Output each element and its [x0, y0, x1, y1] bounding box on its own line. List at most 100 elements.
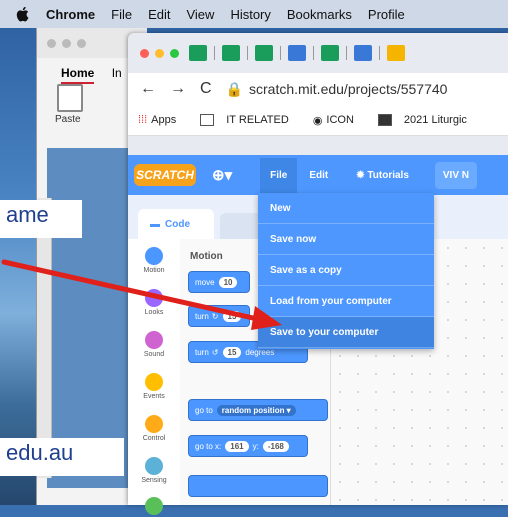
bookmark-apps[interactable]: ⁞⁞⁞ Apps — [138, 114, 188, 126]
block-label: go to — [195, 405, 213, 415]
bookmark-label: Apps — [151, 114, 177, 126]
tab-favicon-icon[interactable] — [288, 45, 306, 61]
category-events[interactable]: Events — [128, 373, 180, 400]
tab-favicon-icon[interactable] — [255, 45, 273, 61]
clipboard-icon[interactable] — [57, 84, 83, 112]
back-icon[interactable]: ← — [140, 80, 156, 98]
tab-favicon-icon[interactable] — [321, 45, 339, 61]
tab-favicon-icon[interactable] — [354, 45, 372, 61]
tab-separator — [280, 46, 281, 60]
goto-xy-block[interactable]: go to x: 161 y: -168 — [188, 435, 308, 457]
bookmark-it-related[interactable]: IT RELATED — [200, 114, 301, 126]
events-dot-icon — [145, 373, 163, 391]
word-tab-home[interactable]: Home — [61, 66, 95, 84]
category-looks[interactable]: Looks — [128, 289, 180, 316]
bookmark-label: IT RELATED — [226, 114, 289, 126]
chrome-tabstrip — [128, 33, 508, 73]
menu-item-new[interactable]: New — [258, 193, 434, 224]
menubar-edit[interactable]: Edit — [148, 7, 170, 22]
menubar-history[interactable]: History — [230, 7, 270, 22]
glide-block[interactable] — [188, 475, 328, 497]
tab-code[interactable]: ▬ Code — [138, 209, 214, 239]
scratch-logo[interactable]: SCRATCH — [134, 164, 196, 186]
language-globe-icon[interactable]: ⊕▾ — [212, 166, 232, 184]
zoom-dot-icon[interactable] — [77, 38, 86, 48]
category-operators[interactable] — [128, 497, 180, 517]
tab-favicon-icon[interactable] — [189, 45, 207, 61]
category-motion[interactable]: Motion — [128, 247, 180, 274]
motion-dot-icon — [145, 247, 163, 265]
bookmark-icon[interactable]: ◉ ICON — [313, 114, 366, 127]
tab-favicon-icon[interactable] — [222, 45, 240, 61]
palette-title: Motion — [190, 251, 223, 262]
block-input[interactable]: 10 — [218, 276, 238, 288]
block-input[interactable]: 15 — [222, 310, 242, 322]
reload-icon[interactable]: C — [200, 80, 212, 98]
tab-separator — [379, 46, 380, 60]
block-label: y: — [252, 441, 259, 451]
category-sound[interactable]: Sound — [128, 331, 180, 358]
edit-menu-button[interactable]: Edit — [309, 170, 328, 181]
block-label: move — [195, 277, 215, 287]
block-label: go to x: — [195, 441, 222, 451]
control-dot-icon — [145, 415, 163, 433]
paste-label: Paste — [55, 114, 81, 125]
word-tab-insert[interactable]: In — [112, 66, 122, 80]
file-menu-button[interactable]: File — [260, 157, 298, 193]
url-input[interactable]: scratch.mit.edu/projects/557740 — [249, 81, 447, 97]
turn-right-block[interactable]: turn ↻ 15 — [188, 305, 250, 327]
category-label: Events — [143, 393, 165, 400]
goto-dropdown[interactable]: random position ▾ — [216, 404, 296, 416]
category-sensing[interactable]: Sensing — [128, 457, 180, 484]
rotate-cw-icon: ↻ — [211, 311, 219, 321]
menubar-app-name[interactable]: Chrome — [46, 7, 95, 22]
close-dot-icon[interactable] — [47, 38, 56, 48]
x-input[interactable]: 161 — [225, 440, 249, 452]
vertical-ruler — [37, 198, 52, 478]
close-window-icon[interactable] — [140, 48, 149, 58]
move-block[interactable]: move 10 — [188, 271, 250, 293]
y-input[interactable]: -168 — [262, 440, 289, 452]
menu-item-save-to-computer[interactable]: Save to your computer — [258, 317, 434, 348]
menu-item-save-as-copy[interactable]: Save as a copy — [258, 255, 434, 286]
minimize-dot-icon[interactable] — [62, 38, 71, 48]
menubar-view[interactable]: View — [186, 7, 214, 22]
apple-icon[interactable] — [14, 5, 32, 23]
tab-separator — [247, 46, 248, 60]
menu-item-save-now[interactable]: Save now — [258, 224, 434, 255]
block-label: turn — [195, 347, 209, 357]
tab-separator — [346, 46, 347, 60]
block-label: turn — [195, 311, 209, 321]
rotate-ccw-icon: ↺ — [211, 347, 219, 357]
apps-grid-icon: ⁞⁞⁞ — [138, 114, 148, 126]
block-input[interactable]: 15 — [222, 346, 242, 358]
tab-separator — [313, 46, 314, 60]
mac-menubar: Chrome File Edit View History Bookmarks … — [0, 0, 508, 28]
drive-tab-icon[interactable] — [387, 45, 405, 61]
tutorials-label: Tutorials — [367, 169, 409, 181]
category-list: Motion Looks Sound Events Control Sensin… — [128, 239, 181, 515]
bookmark-label: ICON — [326, 114, 354, 126]
operators-dot-icon — [145, 497, 163, 515]
menubar-profiles[interactable]: Profile — [368, 7, 405, 22]
word-ribbon-tabs: Home In — [61, 66, 122, 84]
calendar-icon — [377, 114, 392, 126]
tutorials-button[interactable]: ✹ Tutorials — [356, 170, 409, 181]
address-bar: ← → C 🔒 scratch.mit.edu/projects/557740 — [128, 73, 508, 105]
category-label: Control — [142, 435, 166, 442]
site-icon: ◉ — [312, 114, 323, 127]
menubar-bookmarks[interactable]: Bookmarks — [287, 7, 352, 22]
menu-item-load-from-computer[interactable]: Load from your computer — [258, 286, 434, 317]
bookmark-liturgical[interactable]: 2021 Liturgic — [377, 114, 479, 126]
goto-block[interactable]: go to random position ▾ — [188, 399, 328, 421]
forward-icon[interactable]: → — [170, 80, 186, 98]
minimize-window-icon[interactable] — [155, 48, 164, 58]
maximize-window-icon[interactable] — [170, 48, 179, 58]
bookmark-label: 2021 Liturgic — [403, 114, 467, 126]
category-control[interactable]: Control — [128, 415, 180, 442]
project-title-input[interactable]: VIV N — [434, 161, 478, 189]
menubar-file[interactable]: File — [111, 7, 132, 22]
scratch-menubar: SCRATCH ⊕▾ File Edit ✹ Tutorials VIV N — [128, 155, 508, 195]
file-dropdown-menu: New Save now Save as a copy Load from yo… — [258, 193, 434, 349]
category-label: Looks — [144, 309, 164, 316]
